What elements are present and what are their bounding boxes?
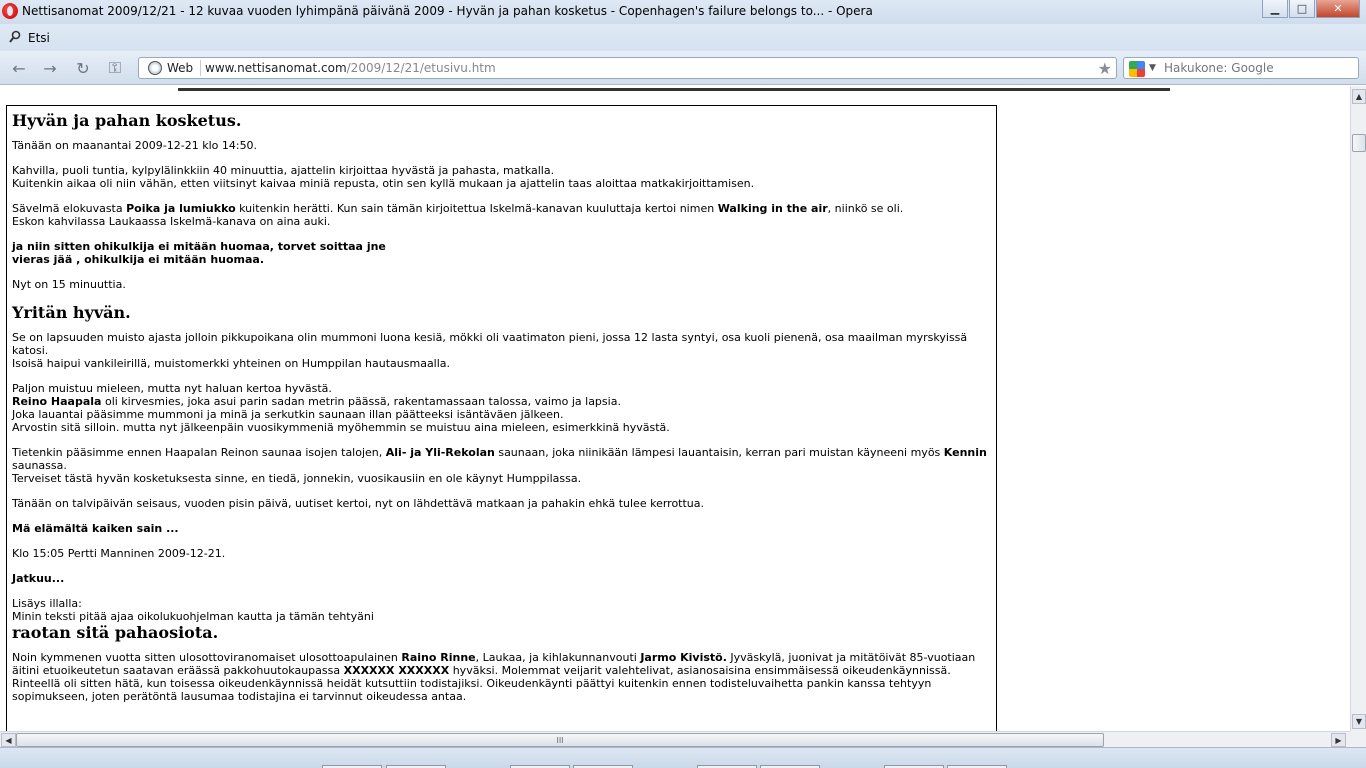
paragraph-11-line-1: Lisäys illalla: (12, 597, 82, 610)
key-button[interactable]: ⚿ (104, 58, 126, 78)
lyric-line-1: ja niin sitten ohikulkija ei mitään huom… (12, 240, 386, 253)
back-button[interactable]: ← (8, 58, 30, 78)
article-heading-1: Hyvän ja pahan kosketus. (12, 111, 242, 130)
paragraph-5-line-3: Joka lauantai pääsimme mummoni ja minä j… (12, 408, 564, 421)
magnifier-icon[interactable] (9, 30, 21, 44)
find-bar: Etsi (0, 24, 1366, 51)
forward-arrow-icon: → (43, 58, 57, 78)
reload-icon: ↻ (76, 58, 90, 78)
back-arrow-icon: ← (12, 58, 26, 78)
scroll-right-icon[interactable]: ▶ (1331, 733, 1346, 747)
globe-icon (148, 61, 162, 75)
text-run: , Laukaa, ja kihlakunnanvouti (475, 651, 641, 664)
song-quote: Mä elämältä kaiken sain ... (12, 522, 179, 535)
window-controls: ▁ □ ✕ (1262, 0, 1360, 18)
url-path: /2009/12/21/etusivu.htm (346, 61, 496, 75)
paragraph-6: Tietenkin pääsimme ennen Haapalan Reinon… (12, 446, 991, 485)
scroll-left-icon[interactable]: ◀ (1, 733, 16, 747)
text-run: Tietenkin pääsimme ennen Haapalan Reinon… (12, 446, 386, 459)
title-bar: Nettisanomat 2009/12/21 - 12 kuvaa vuode… (0, 0, 1366, 24)
date-line: Tänään on maanantai 2009-12-21 klo 14:50… (12, 139, 258, 152)
paragraph-8: Mä elämältä kaiken sain ... (12, 522, 991, 535)
horizontal-scroll-thumb[interactable]: III (16, 733, 1104, 747)
lyric-line-2: vieras jää , ohikulkija ei mitään huomaa… (12, 253, 265, 266)
paragraph-11: Lisäys illalla: Minin teksti pitää ajaa … (12, 597, 991, 623)
address-separator (200, 60, 201, 76)
opera-logo-icon (2, 3, 18, 19)
article-heading-3: raotan sitä pahaosiota. (12, 623, 219, 642)
paragraph-5: Paljon muistuu mieleen, mutta nyt haluan… (12, 382, 991, 434)
paragraph-3: Nyt on 15 minuuttia. (12, 278, 126, 291)
redacted-name: XXXXXX XXXXXX (343, 664, 450, 677)
paragraph-1: Kahvilla, puoli tuntia, kylpylälinkkiin … (12, 164, 991, 190)
article-box: Hyvän ja pahan kosketus. Tänään on maana… (6, 105, 997, 731)
signature-line: Klo 15:05 Pertti Manninen 2009-12-21. (12, 547, 226, 560)
person-name: Raino Rinne (401, 651, 476, 664)
horizontal-scrollbar[interactable]: III ▶ ◀ (0, 731, 1350, 747)
forward-button[interactable]: → (39, 58, 61, 78)
window-title: Nettisanomat 2009/12/21 - 12 kuvaa vuode… (22, 4, 873, 18)
navigation-toolbar: ← → ↻ ⚿ Web www.nettisanomat.com/2009/12… (0, 51, 1366, 85)
paragraph-6-line-2: Terveiset tästä hyvän kosketuksesta sinn… (12, 472, 582, 485)
continue-note: Jatkuu... (12, 572, 991, 585)
search-placeholder: Hakukone: Google (1164, 61, 1274, 75)
song-title: Walking in the air (717, 202, 828, 215)
scroll-down-icon[interactable]: ▼ (1352, 714, 1366, 729)
person-name: Jarmo Kivistö. (640, 651, 727, 664)
place-name: Kennin (943, 446, 987, 459)
article-heading-2: Yritän hyvän. (12, 303, 131, 322)
text-run: Noin kymmenen vuotta sitten ulosottovira… (12, 651, 402, 664)
close-button[interactable]: ✕ (1316, 0, 1360, 18)
status-bar (0, 747, 1366, 768)
paragraph-5-line-1: Paljon muistuu mieleen, mutta nyt haluan… (12, 382, 332, 395)
paragraph-1-line-2: Kuitenkin aikaa oli niin vähän, etten vi… (12, 177, 755, 190)
text-run: oli kirvesmies, joka asui parin sadan me… (101, 395, 621, 408)
text-run: kuitenkin herätti. Kun sain tämän kirjoi… (235, 202, 718, 215)
paragraph-2-line-2: Eskon kahvilassa Laukaassa Iskelmä-kanav… (12, 215, 331, 228)
text-run: Sävelmä elokuvasta (12, 202, 127, 215)
search-field[interactable]: ▼ Hakukone: Google (1123, 57, 1359, 79)
paragraph-5-line-4: Arvostin sitä silloin. mutta nyt jälkeen… (12, 421, 670, 434)
person-name: Reino Haapala (12, 395, 102, 408)
paragraph-4: Se on lapsuuden muisto ajasta jolloin pi… (12, 331, 991, 370)
url-host: www.nettisanomat.com (205, 61, 347, 75)
text-run: , niinkö se oli. (827, 202, 904, 215)
minimize-button[interactable]: ▁ (1262, 0, 1288, 18)
maximize-button[interactable]: □ (1289, 0, 1315, 18)
page-viewport: Hyvän ja pahan kosketus. Tänään on maana… (0, 86, 1350, 731)
paragraph-4-line-2: Isoisä haipui vankileirillä, muistomerkk… (12, 357, 451, 370)
paragraph-2: Sävelmä elokuvasta Poika ja lumiukko kui… (12, 202, 991, 228)
key-icon: ⚿ (108, 58, 122, 77)
bookmark-star-icon[interactable]: ★ (1098, 59, 1112, 78)
vertical-scrollbar[interactable]: ▲ ▼ (1350, 86, 1366, 731)
film-title: Poika ja lumiukko (126, 202, 236, 215)
paragraph-4-line-1: Se on lapsuuden muisto ajasta jolloin pi… (12, 331, 968, 357)
address-bar[interactable]: Web www.nettisanomat.com/2009/12/21/etus… (138, 57, 1117, 79)
place-name: Ali- ja Yli-Rekolan (385, 446, 495, 459)
scroll-up-icon[interactable]: ▲ (1352, 89, 1366, 104)
google-icon[interactable] (1129, 61, 1145, 77)
url-text[interactable]: www.nettisanomat.com/2009/12/21/etusivu.… (205, 61, 496, 75)
reload-button[interactable]: ↻ (72, 58, 94, 78)
find-label[interactable]: Etsi (28, 31, 50, 45)
security-badge[interactable]: Web (167, 61, 193, 75)
paragraph-7: Tänään on talvipäivän seisaus, vuoden pi… (12, 497, 705, 510)
text-run: saunaan, joka niinikään lämpesi lauantai… (494, 446, 944, 459)
scrollbar-corner (1350, 731, 1366, 747)
lyrics: ja niin sitten ohikulkija ei mitään huom… (12, 240, 991, 266)
site-nav-strip (178, 88, 1170, 91)
chevron-down-icon[interactable]: ▼ (1149, 63, 1156, 73)
continue-text: Jatkuu... (12, 572, 65, 585)
paragraph-12: Noin kymmenen vuotta sitten ulosottovira… (12, 651, 991, 703)
text-run: saunassa. (12, 459, 67, 472)
paragraph-1-line-1: Kahvilla, puoli tuntia, kylpylälinkkiin … (12, 164, 555, 177)
paragraph-11-line-2: Minin teksti pitää ajaa oikolukuohjelman… (12, 610, 374, 623)
vertical-scroll-thumb[interactable] (1352, 134, 1366, 152)
